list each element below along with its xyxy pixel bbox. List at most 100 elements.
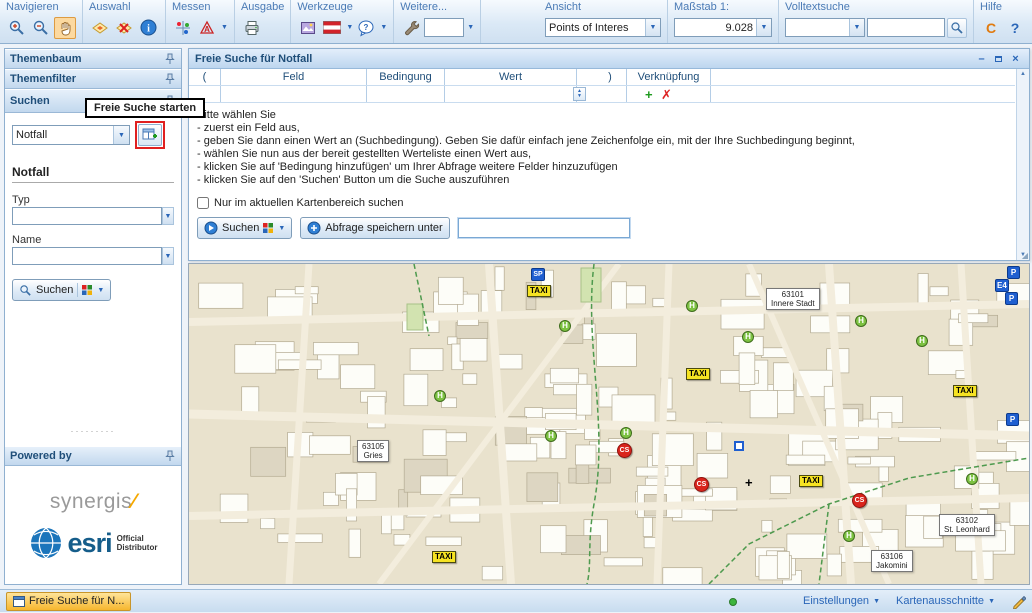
identify-button[interactable]: i — [137, 17, 159, 39]
zoom-in-button[interactable] — [6, 17, 28, 39]
map-marker-h[interactable]: H — [966, 473, 978, 485]
map-marker-h[interactable]: H — [434, 390, 446, 402]
sidebar-suchen-button[interactable]: Suchen ▼ — [12, 279, 111, 301]
map-marker-taxi[interactable]: TAXI — [432, 551, 456, 563]
panel-suchen-button[interactable]: Suchen ▼ — [197, 217, 292, 239]
weitere-input[interactable] — [424, 18, 464, 37]
ansicht-select[interactable]: Points of Interes ▼ — [545, 18, 661, 37]
select-features-button[interactable] — [89, 17, 111, 39]
scroll-up-arrow[interactable]: ▲ — [1020, 69, 1026, 79]
name-input[interactable] — [12, 247, 162, 265]
print-button[interactable] — [241, 17, 263, 39]
group-label-massstab: Maßstab 1: — [674, 1, 772, 14]
map-marker-sp[interactable]: SP — [531, 268, 545, 281]
map-marker-p[interactable]: P — [1005, 292, 1018, 305]
edit-pencil-icon[interactable] — [1011, 594, 1026, 609]
map-marker-sq[interactable] — [734, 441, 744, 451]
zoom-out-button[interactable] — [30, 17, 52, 39]
column-header-wert[interactable]: Wert — [445, 69, 577, 85]
map-marker-h[interactable]: H — [916, 335, 928, 347]
clear-selection-button[interactable] — [113, 17, 135, 39]
panel-header-powered-by[interactable]: Powered by — [5, 446, 181, 466]
map-marker-cs[interactable]: CS — [617, 443, 632, 458]
language-flag-button[interactable] — [321, 17, 343, 39]
map-marker-p[interactable]: E4 — [995, 279, 1009, 292]
save-query-name-input[interactable] — [458, 218, 630, 238]
column-header-verknuepfung[interactable]: Verknüpfung — [627, 69, 711, 85]
language-dropdown-caret[interactable]: ▼ — [346, 24, 353, 31]
printer-icon — [243, 19, 261, 37]
panel-header-themenfilter[interactable]: Themenfilter — [5, 69, 181, 89]
help-balloon-button[interactable]: ? — [355, 17, 377, 39]
pin-icon[interactable] — [164, 450, 176, 462]
add-condition-icon[interactable]: + — [645, 87, 653, 102]
map-marker-taxi[interactable]: TAXI — [799, 475, 823, 487]
map-marker-h[interactable]: H — [559, 320, 571, 332]
tools-wrench-button[interactable] — [400, 17, 422, 39]
restore-button[interactable] — [991, 52, 1006, 66]
group-label-weitere: Weitere... — [400, 1, 474, 14]
column-header-close-paren[interactable]: ) — [594, 69, 627, 85]
map-marker-taxi[interactable]: TAXI — [953, 385, 977, 397]
balloon-dropdown-caret[interactable]: ▼ — [380, 24, 387, 31]
volltext-layer-caret[interactable]: ▼ — [849, 19, 864, 36]
typ-dropdown-caret[interactable]: ▼ — [162, 207, 174, 225]
help-button[interactable]: ? — [1004, 17, 1026, 39]
column-header-bedingung[interactable]: Bedingung — [367, 69, 445, 85]
volltext-layer-select[interactable]: ▼ — [785, 18, 865, 37]
minimize-button[interactable]: – — [974, 52, 989, 66]
save-query-button[interactable]: Abfrage speichern unter — [300, 217, 449, 239]
typ-input[interactable] — [12, 207, 162, 225]
tooltip-freie-suche: Freie Suche starten — [85, 98, 205, 118]
map-marker-h[interactable]: H — [742, 331, 754, 343]
map-marker-h[interactable]: H — [545, 430, 557, 442]
search-theme-select[interactable]: Notfall ▼ — [12, 125, 130, 145]
map-marker-p[interactable]: P — [1007, 266, 1020, 279]
map-viewport[interactable]: PE4PSPTAXITAXITAXITAXITAXIHHHHHHHHHHCSCS… — [188, 263, 1030, 585]
resize-handle[interactable]: ◢ — [1022, 251, 1028, 260]
close-button[interactable]: × — [1008, 52, 1023, 66]
context-help-button[interactable]: C — [980, 17, 1002, 39]
panel-header-themenbaum[interactable]: Themenbaum — [5, 49, 181, 69]
panel-suchen-caret[interactable]: ▼ — [278, 225, 285, 232]
suchen-dropdown-caret[interactable]: ▼ — [97, 287, 104, 294]
map-marker-h[interactable]: H — [620, 427, 632, 439]
name-dropdown-caret[interactable]: ▼ — [162, 247, 174, 265]
map-marker-cs[interactable]: CS — [852, 493, 867, 508]
map-marker-p[interactable]: P — [1006, 413, 1019, 426]
massstab-select[interactable]: 9.028 ▼ — [674, 18, 772, 37]
measure-dropdown-caret[interactable]: ▼ — [221, 24, 228, 31]
column-header-feld[interactable]: Feld — [221, 69, 367, 85]
search-theme-caret[interactable]: ▼ — [113, 126, 129, 144]
map-marker-taxi[interactable]: TAXI — [527, 285, 551, 297]
measure-coordinate-button[interactable] — [172, 17, 194, 39]
wert-spinner[interactable]: ▲▼ — [573, 87, 586, 101]
pan-button[interactable] — [54, 17, 76, 39]
panel-scrollbar[interactable]: ▲ ▼ — [1016, 69, 1029, 260]
weitere-dropdown-caret[interactable]: ▼ — [467, 24, 474, 31]
volltext-search-button[interactable] — [947, 18, 967, 38]
map-marker-cross[interactable]: + — [745, 478, 753, 488]
map-marker-h[interactable]: H — [686, 300, 698, 312]
ansicht-select-caret[interactable]: ▼ — [645, 19, 660, 36]
map-marker-h[interactable]: H — [843, 530, 855, 542]
themenfilter-label: Themenfilter — [10, 73, 76, 85]
free-search-panel-titlebar[interactable]: Freie Suche für Notfall – × — [189, 49, 1029, 69]
map-marker-h[interactable]: H — [855, 315, 867, 327]
map-marker-taxi[interactable]: TAXI — [686, 368, 710, 380]
measure-area-button[interactable]: A — [196, 17, 218, 39]
volltext-search-input[interactable] — [867, 18, 945, 37]
free-search-button[interactable] — [138, 124, 162, 146]
pin-icon[interactable] — [164, 53, 176, 65]
task-button-free-search[interactable]: Freie Suche für N... — [6, 592, 131, 611]
remove-condition-icon[interactable]: ✗ — [661, 87, 672, 103]
map-extent-checkbox[interactable] — [197, 197, 209, 209]
column-header-open-paren[interactable]: ( — [189, 69, 221, 85]
map-marker-cs[interactable]: CS — [694, 477, 709, 492]
pin-icon[interactable] — [164, 73, 176, 85]
einstellungen-menu[interactable]: Einstellungen▼ — [803, 595, 880, 607]
massstab-select-caret[interactable]: ▼ — [756, 19, 771, 36]
kartenausschnitte-menu[interactable]: Kartenausschnitte▼ — [896, 595, 995, 607]
query-condition-row[interactable]: ▲▼ + ✗ — [189, 86, 1015, 103]
screenshot-button[interactable] — [297, 17, 319, 39]
